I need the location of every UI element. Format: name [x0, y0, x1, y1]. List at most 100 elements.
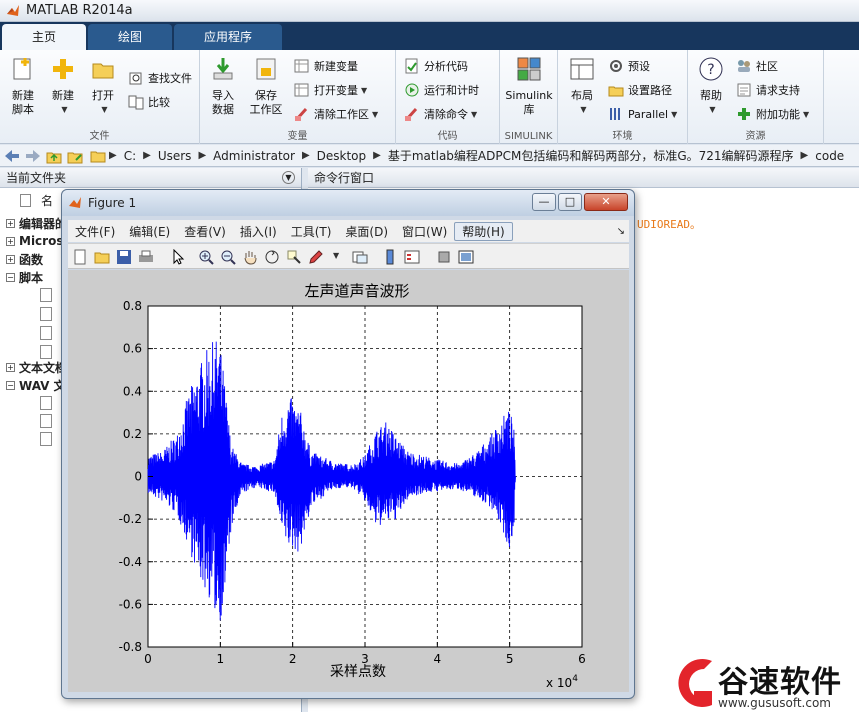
set-path-button[interactable]: 设置路径 — [608, 80, 672, 100]
help-button[interactable]: ? 帮助 ▼ — [694, 56, 728, 117]
save-icon[interactable] — [116, 249, 132, 265]
menu-edit[interactable]: 编辑(E) — [122, 223, 177, 240]
chevron-down-icon[interactable]: ▼ — [333, 251, 339, 260]
zoom-in-icon[interactable] — [198, 249, 214, 265]
tree-group-wav-files[interactable]: − WAV 文 — [6, 376, 66, 394]
brush-icon[interactable] — [308, 249, 324, 265]
open-button[interactable]: 打开 ▼ — [86, 56, 120, 117]
rotate-3d-icon[interactable] — [264, 249, 280, 265]
new-figure-icon[interactable] — [72, 249, 88, 265]
back-arrow-icon[interactable] — [3, 148, 21, 164]
chevron-down-icon: ▼ — [671, 109, 678, 119]
new-script-button[interactable]: 新建 脚本 — [6, 56, 40, 117]
tree-group-microsoft[interactable]: + Micros — [6, 232, 63, 250]
expand-icon[interactable]: + — [6, 362, 15, 372]
expand-icon[interactable]: + — [6, 254, 15, 264]
save-workspace-button[interactable]: 保存 工作区 — [246, 56, 286, 117]
wav-file-icon[interactable] — [40, 414, 52, 428]
breadcrumb-item[interactable]: Users — [154, 149, 196, 163]
menu-window[interactable]: 窗口(W) — [395, 223, 454, 240]
close-button[interactable]: ✕ — [584, 193, 628, 211]
breadcrumb-item[interactable]: 基于matlab编程ADPCM包括编码和解码两部分，标准G。721编解码源程序 — [384, 147, 798, 164]
waveform-plot[interactable]: 左声道声音波形 0123456 -0.8-0.6-0.4-0.200.20.40… — [68, 270, 629, 692]
current-folder-header: 当前文件夹 ▼ — [0, 168, 301, 188]
tree-group-functions[interactable]: + 函数 — [6, 250, 43, 268]
analyze-code-button[interactable]: 分析代码 — [404, 56, 468, 76]
pointer-icon[interactable] — [170, 249, 186, 265]
menu-help[interactable]: 帮助(H) — [454, 221, 513, 241]
script-file-icon[interactable] — [40, 288, 52, 302]
up-folder-icon[interactable] — [45, 148, 63, 164]
link-plot-icon[interactable] — [352, 249, 368, 265]
clear-commands-button[interactable]: 清除命令 ▼ — [404, 104, 477, 124]
compare-button[interactable]: 比较 — [128, 92, 170, 112]
breadcrumb-item[interactable]: code — [811, 149, 848, 163]
chevron-down-icon: ▼ — [803, 109, 810, 119]
show-plot-tools-icon[interactable] — [458, 249, 474, 265]
breadcrumb-item[interactable]: C: — [120, 149, 140, 163]
tree-group-text-docs[interactable]: + 文本文档 — [6, 358, 67, 376]
script-file-icon[interactable] — [40, 307, 52, 321]
hide-plot-tools-icon[interactable] — [436, 249, 452, 265]
minimize-button[interactable]: — — [532, 193, 556, 211]
run-and-time-button[interactable]: 运行和计时 — [404, 80, 479, 100]
new-button[interactable]: 新建 ▼ — [46, 56, 80, 117]
menu-insert[interactable]: 插入(I) — [233, 223, 284, 240]
import-data-button[interactable]: 导入 数据 — [206, 56, 240, 117]
tab-plots[interactable]: 绘图 — [88, 24, 173, 50]
open-file-icon[interactable] — [94, 249, 110, 265]
dock-arrow-icon[interactable]: ↘ — [617, 226, 625, 237]
browse-folder-icon[interactable] — [66, 148, 84, 164]
parallel-button[interactable]: Parallel ▼ — [608, 104, 677, 124]
script-file-icon[interactable] — [40, 345, 52, 359]
simulink-library-button[interactable]: Simulink 库 — [503, 56, 555, 117]
tab-apps[interactable]: 应用程序 — [174, 24, 283, 50]
menu-file[interactable]: 文件(F) — [68, 223, 122, 240]
legend-icon[interactable] — [404, 249, 420, 265]
collapse-icon[interactable]: − — [6, 380, 15, 390]
community-button[interactable]: 社区 — [736, 56, 778, 76]
panel-menu-icon[interactable]: ▼ — [282, 171, 295, 184]
chevron-down-icon: ▼ — [709, 105, 716, 114]
forward-arrow-icon[interactable] — [24, 148, 42, 164]
breadcrumb-item[interactable]: Administrator — [209, 149, 299, 163]
print-icon[interactable] — [138, 249, 154, 265]
pan-hand-icon[interactable] — [242, 249, 258, 265]
svg-text:?: ? — [707, 62, 714, 78]
zoom-out-icon[interactable] — [220, 249, 236, 265]
data-cursor-icon[interactable] — [286, 249, 302, 265]
add-ons-button[interactable]: 附加功能 ▼ — [736, 104, 809, 124]
watermark-text: 谷速软件 — [718, 665, 842, 700]
find-files-button[interactable]: 查找文件 — [128, 68, 192, 88]
clear-workspace-button[interactable]: 清除工作区 ▼ — [294, 104, 378, 124]
ribbon-group-variable: 导入 数据 保存 工作区 新建变量 打开变量 ▼ 清除工作区 ▼ 变量 — [200, 50, 396, 144]
window-title: MATLAB R2014a — [26, 3, 133, 18]
expand-icon[interactable]: + — [6, 218, 15, 228]
breadcrumb-item[interactable]: Desktop — [313, 149, 371, 163]
request-support-button[interactable]: 请求支持 — [736, 80, 800, 100]
tree-group-scripts[interactable]: − 脚本 — [6, 268, 43, 286]
menu-desktop[interactable]: 桌面(D) — [338, 223, 395, 240]
menu-view[interactable]: 查看(V) — [177, 223, 233, 240]
menu-tools[interactable]: 工具(T) — [284, 223, 339, 240]
colorbar-icon[interactable] — [382, 249, 398, 265]
maximize-button[interactable]: □ — [558, 193, 582, 211]
wav-file-icon[interactable] — [40, 432, 52, 446]
x-axis-label: 采样点数 — [330, 664, 386, 680]
figure-title-bar: Figure 1 — □ ✕ — [62, 190, 634, 216]
preferences-button[interactable]: 预设 — [608, 56, 650, 76]
chevron-down-icon: ▼ — [61, 105, 68, 114]
new-variable-button[interactable]: 新建变量 — [294, 56, 358, 76]
script-file-icon[interactable] — [40, 326, 52, 340]
name-column-header[interactable]: 名 — [20, 192, 53, 209]
tab-home[interactable]: 主页 — [2, 24, 87, 50]
open-variable-button[interactable]: 打开变量 ▼ — [294, 80, 367, 100]
collapse-icon[interactable]: − — [6, 272, 15, 282]
watermark-url: www.gususoft.com — [718, 696, 831, 710]
expand-icon[interactable]: + — [6, 236, 15, 246]
tree-group-editor[interactable]: + 编辑器的 — [6, 214, 67, 232]
figure-canvas[interactable]: 左声道声音波形 0123456 -0.8 -0.6 -0.4 -0.2 0 0.2 0.4 0… — [68, 270, 629, 692]
layout-button[interactable]: 布局 ▼ — [564, 56, 600, 117]
wav-file-icon[interactable] — [40, 396, 52, 410]
analyze-code-icon — [405, 58, 418, 74]
